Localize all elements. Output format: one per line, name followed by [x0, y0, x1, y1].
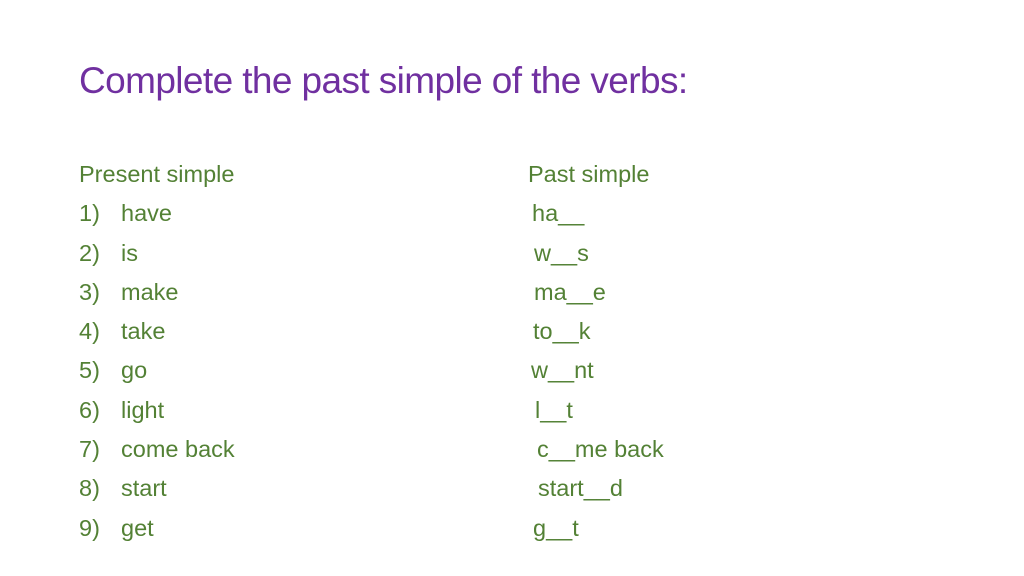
past-simple-column: Past simple ha__ w__s ma__e to__k w__nt … — [528, 155, 664, 548]
present-verb: have — [121, 200, 172, 227]
list-item: 1) have — [79, 194, 235, 233]
slide-title: Complete the past simple of the verbs: — [79, 60, 688, 101]
present-verb: make — [121, 278, 179, 305]
past-verb: g__t — [533, 514, 579, 541]
item-number: 6) — [79, 396, 100, 423]
list-item: 9) get — [79, 509, 235, 548]
past-verb: start__d — [538, 475, 623, 502]
item-number: 1) — [79, 200, 100, 227]
past-verb: ha__ — [532, 200, 585, 227]
past-verb: w__s — [534, 239, 589, 266]
list-item: 2) is — [79, 234, 235, 273]
item-number: 3) — [79, 278, 100, 305]
list-item: 6) light — [79, 391, 235, 430]
past-verb: w__nt — [531, 357, 594, 384]
list-item: 4) take — [79, 312, 235, 351]
past-simple-header: Past simple — [528, 161, 650, 187]
item-number: 8) — [79, 475, 100, 502]
present-verb: start — [121, 475, 167, 502]
list-item: 3) make — [79, 273, 235, 312]
past-verb: c__me back — [537, 436, 664, 463]
item-number: 5) — [79, 357, 100, 384]
past-verb: l__t — [535, 396, 573, 423]
present-verb: get — [121, 514, 154, 541]
present-verb: take — [121, 318, 166, 345]
item-number: 9) — [79, 514, 100, 541]
item-number: 2) — [79, 239, 100, 266]
list-item: 5) go — [79, 351, 235, 390]
present-simple-column: Present simple 1) have 2) is 3) make 4) take… — [79, 155, 235, 548]
list-item: 7) come back — [79, 430, 235, 469]
past-verb: ma__e — [534, 278, 606, 305]
present-verb: light — [121, 396, 165, 423]
list-item: 8) start — [79, 469, 235, 508]
present-verb: is — [121, 239, 138, 266]
past-verb: to__k — [533, 318, 591, 345]
item-number: 4) — [79, 318, 100, 345]
present-verb: go — [121, 357, 148, 384]
present-simple-header: Present simple — [79, 161, 235, 187]
present-verb: come back — [121, 436, 235, 463]
item-number: 7) — [79, 436, 100, 463]
